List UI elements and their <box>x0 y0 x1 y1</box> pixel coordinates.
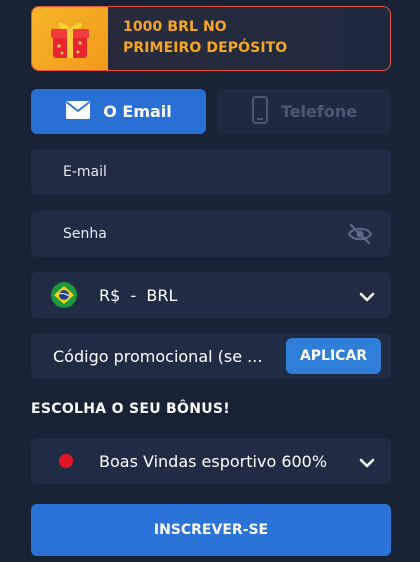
password-field[interactable]: Senha <box>31 211 391 257</box>
password-label: Senha <box>63 226 107 242</box>
promo-code-placeholder: Código promocional (se ... <box>53 346 263 366</box>
tab-phone[interactable]: Telefone <box>217 89 391 134</box>
currency-value: R$ - BRL <box>99 285 178 305</box>
promo-code-field[interactable]: Código promocional (se ... APLICAR <box>31 333 391 379</box>
banner-line-1: 1000 BRL NO <box>123 19 227 35</box>
chevron-down-icon <box>359 454 375 473</box>
gift-icon <box>32 7 108 70</box>
email-label: E-mail <box>63 164 107 180</box>
tab-email-label: O Email <box>103 102 172 121</box>
eye-off-icon[interactable] <box>347 223 373 249</box>
bonus-indicator <box>59 454 73 468</box>
banner-text: 1000 BRL NO PRIMEIRO DEPÓSITO <box>123 17 287 59</box>
banner-line-2: PRIMEIRO DEPÓSITO <box>123 40 288 56</box>
promo-banner[interactable]: 1000 BRL NO PRIMEIRO DEPÓSITO <box>31 6 391 71</box>
tab-phone-label: Telefone <box>280 102 358 121</box>
envelope-icon <box>65 100 91 124</box>
apply-promo-button[interactable]: APLICAR <box>286 338 381 374</box>
currency-select[interactable]: R$ - BRL <box>31 272 391 318</box>
brazil-flag-icon <box>51 282 77 308</box>
chevron-down-icon <box>359 288 375 307</box>
bonus-value: Boas Vindas esportivo 600% <box>99 451 328 471</box>
email-field[interactable]: E-mail <box>31 149 391 195</box>
bonus-section-title: ESCOLHA O SEU BÔNUS! <box>31 401 230 417</box>
signup-button[interactable]: INSCREVER-SE <box>31 504 391 556</box>
bonus-select[interactable]: Boas Vindas esportivo 600% <box>31 438 391 484</box>
tab-email[interactable]: O Email <box>31 89 206 134</box>
phone-icon <box>251 95 269 128</box>
